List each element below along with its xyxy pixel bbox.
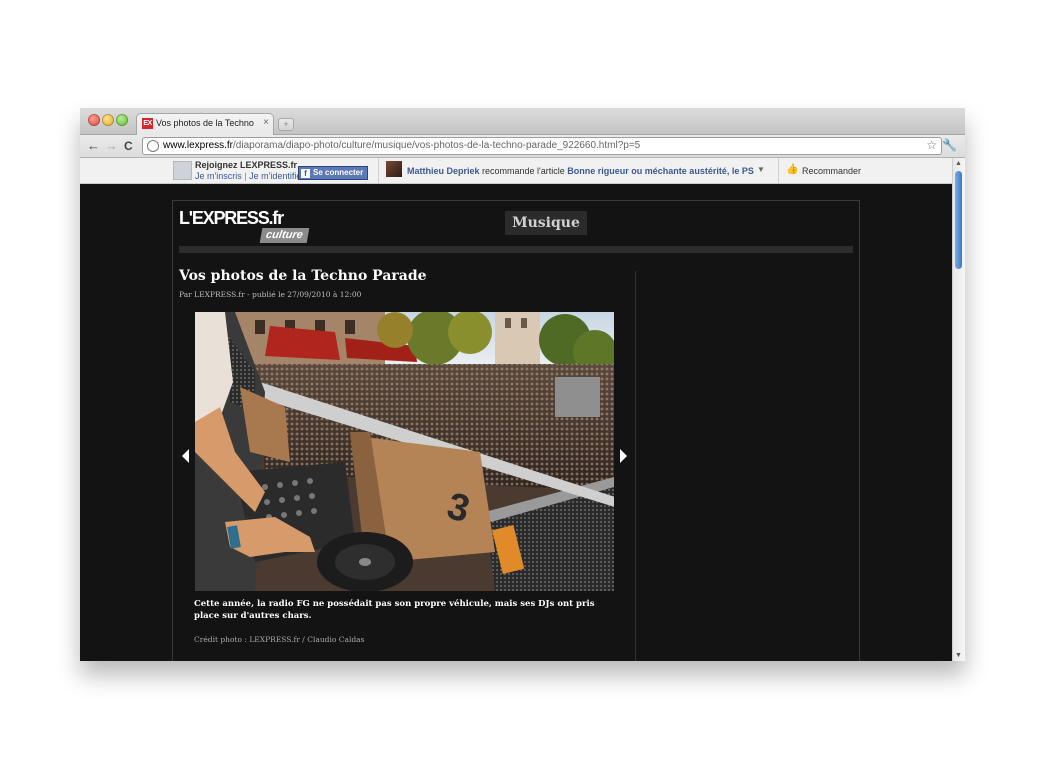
scroll-up-arrow-icon[interactable]: ▲ [955,160,962,167]
zoom-window-button[interactable] [116,114,128,126]
tab-close-icon[interactable]: × [263,117,269,128]
divider [378,158,379,183]
auth-links: Je m'inscris | Je m'identifie [195,171,301,181]
recommended-article-link[interactable]: Bonne rigueur ou méchante austérité, le … [567,166,754,176]
login-link[interactable]: Je m'identifie [249,171,301,181]
friend-recommendation: Matthieu Depriek recommande l'article Bo… [407,166,754,176]
browser-window: EX Vos photos de la Techno Parade × + ← … [80,108,965,661]
forward-button[interactable]: → [105,138,118,154]
section-heading: Musique [505,211,587,235]
thumbs-up-icon[interactable]: 👍 [786,164,798,175]
divider [778,158,779,183]
bookmark-star-icon[interactable]: ☆ [926,138,937,152]
new-tab-button[interactable]: + [278,118,294,131]
default-avatar-icon [173,161,192,180]
tab-bar: EX Vos photos de la Techno Parade × + [80,108,965,135]
reload-button[interactable]: C [124,138,133,154]
article-title: Vos photos de la Techno Parade [179,268,427,284]
lexpress-favicon-icon: EX [142,118,153,129]
header-separator-bar [179,246,853,253]
minimize-window-button[interactable] [102,114,114,126]
article-byline: Par LEXPRESS.fr - publié le 27/09/2010 à… [179,290,362,299]
recommendation-verb: recommande l'article [482,166,565,176]
facebook-connect-bar: Rejoignez LEXPRESS.fr Je m'inscris | Je … [80,158,953,184]
next-photo-arrow-icon[interactable] [620,449,627,463]
vertical-scrollbar[interactable]: ▲ ▼ [952,158,965,661]
page-container: L'EXPRESS.fr culture Musique Vos photos … [172,200,860,661]
browser-toolbar: ← → C www.lexpress.fr/diaporama/diapo-ph… [80,135,965,158]
facebook-connect-button[interactable]: f Se connecter [298,166,369,180]
previous-photo-arrow-icon[interactable] [182,449,189,463]
page-viewport: Rejoignez LEXPRESS.fr Je m'inscris | Je … [80,158,953,661]
address-url: www.lexpress.fr/diaporama/diapo-photo/cu… [163,140,641,151]
photo-credit: Crédit photo : LEXPRESS.fr / Claudio Cal… [194,635,365,644]
slideshow-photo: 3 [195,312,614,591]
logo-wordmark: L'EXPRESS.fr [179,208,284,228]
facebook-f-icon: f [301,169,310,178]
connect-label: Se connecter [313,168,364,177]
address-bar[interactable]: www.lexpress.fr/diaporama/diapo-photo/cu… [142,137,942,155]
tab-title: Vos photos de la Techno Parade [156,118,256,128]
scroll-down-arrow-icon[interactable]: ▼ [955,652,962,659]
dropdown-arrow-icon[interactable]: ▼ [757,165,765,174]
browser-tab[interactable]: EX Vos photos de la Techno Parade × [136,113,274,135]
techno-parade-photo: 3 [195,312,614,591]
signup-link[interactable]: Je m'inscris [195,171,242,181]
scroll-thumb[interactable] [955,171,962,269]
photo-caption: Cette année, la radio FG ne possédait pa… [194,599,595,621]
friend-avatar[interactable] [386,161,402,177]
wrench-menu-icon[interactable]: 🔧 [942,138,957,152]
recommend-button[interactable]: Recommander [802,166,861,176]
site-logo[interactable]: L'EXPRESS.fr culture [179,208,319,244]
friend-name-link[interactable]: Matthieu Depriek [407,166,480,176]
logo-section-tag: culture [259,228,310,243]
globe-icon [147,140,159,152]
link-separator: | [244,171,247,181]
column-separator [635,271,636,661]
back-button[interactable]: ← [87,138,100,154]
close-window-button[interactable] [88,114,100,126]
join-text: Rejoignez LEXPRESS.fr [195,160,298,170]
